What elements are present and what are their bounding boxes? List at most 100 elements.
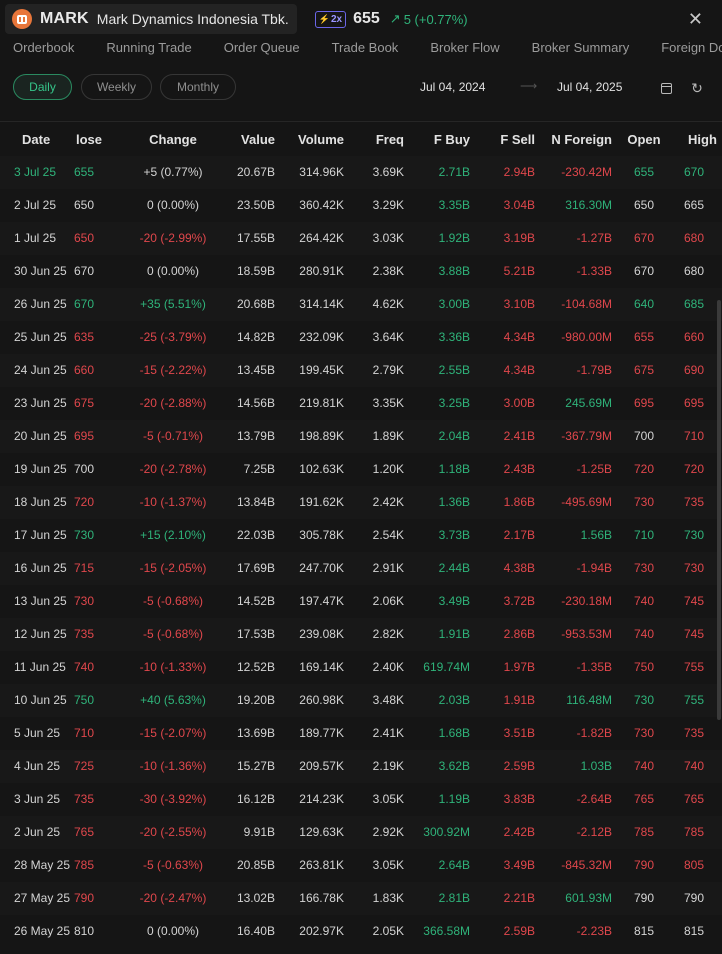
- cell-open: 670: [633, 231, 655, 245]
- cell-date: 4 Jun 25: [14, 759, 61, 773]
- refresh-icon[interactable]: ↻: [688, 79, 706, 97]
- cell-high: 670: [684, 165, 705, 179]
- table-row[interactable]: 2 Jun 25 765 -20 (-2.55%) 9.91B 129.63K 2.92K…: [0, 816, 722, 849]
- leverage-badge: ⚡ 2x: [314, 10, 347, 28]
- cell-freq: 2.79K: [372, 363, 404, 377]
- table-row[interactable]: 28 May 25 785 -5 (-0.63%) 20.85B 263.81K 3.05…: [0, 849, 722, 882]
- table-row[interactable]: 3 Jun 25 735 -30 (-3.92%) 16.12B 214.23K 3.05…: [0, 783, 722, 816]
- cell-n-foreign: -495.69M: [561, 495, 612, 509]
- cell-open: 720: [633, 462, 655, 476]
- cell-date: 5 Jun 25: [14, 726, 61, 740]
- tab-order-queue[interactable]: Order Queue: [224, 40, 300, 64]
- cell-change: 0 (0.00%): [146, 264, 200, 278]
- cell-n-foreign: -230.18M: [561, 594, 612, 608]
- tab-running-trade[interactable]: Running Trade: [106, 40, 191, 64]
- cell-f-sell: 3.04B: [503, 198, 535, 212]
- column-header-change[interactable]: Change: [118, 123, 228, 156]
- cell-close: 670: [74, 264, 95, 278]
- period-weekly-button[interactable]: Weekly: [81, 74, 152, 100]
- date-to[interactable]: Jul 04, 2025: [557, 80, 622, 94]
- table-row[interactable]: 26 May 25 810 0 (0.00%) 16.40B 202.97K 2.05K 3…: [0, 915, 722, 948]
- cell-open: 815: [633, 924, 655, 938]
- table-row[interactable]: 11 Jun 25 740 -10 (-1.33%) 12.52B 169.14K 2.4…: [0, 651, 722, 684]
- table-row[interactable]: 17 Jun 25 730 +15 (2.10%) 22.03B 305.78K 2.54…: [0, 519, 722, 552]
- cell-n-foreign: 601.93M: [565, 891, 612, 905]
- table-row[interactable]: 30 Jun 25 670 0 (0.00%) 18.59B 280.91K 2.38K 3…: [0, 255, 722, 288]
- cell-high: 815: [684, 924, 705, 938]
- date-from[interactable]: Jul 04, 2024: [420, 80, 485, 94]
- table-row[interactable]: 1 Jul 25 650 -20 (-2.99%) 17.55B 264.42K 3.03…: [0, 222, 722, 255]
- cell-open: 710: [633, 528, 655, 542]
- tab-orderbook[interactable]: Orderbook: [13, 40, 74, 64]
- table-row[interactable]: 13 Jun 25 730 -5 (-0.68%) 14.52B 197.47K 2.06…: [0, 585, 722, 618]
- cell-value: 16.40B: [236, 924, 275, 938]
- column-header-n-foreign[interactable]: N Foreign: [542, 123, 612, 156]
- cell-high: 805: [684, 858, 705, 872]
- daily-history-table: Date lose Change Value Volume Freq F Buy F Sell…: [0, 123, 722, 948]
- column-header-f-sell[interactable]: F Sell: [482, 123, 535, 156]
- table-row[interactable]: 27 May 25 790 -20 (-2.47%) 13.02B 166.78K 1.8…: [0, 882, 722, 915]
- cell-change: -20 (-2.78%): [139, 462, 207, 476]
- cell-f-buy: 2.81B: [438, 891, 470, 905]
- close-icon[interactable]: ✕: [688, 9, 703, 30]
- column-header-date[interactable]: Date: [22, 123, 50, 156]
- cell-n-foreign: -104.68M: [561, 297, 612, 311]
- cell-freq: 2.05K: [372, 924, 404, 938]
- table-row[interactable]: 25 Jun 25 635 -25 (-3.79%) 14.82B 232.09K 3.6…: [0, 321, 722, 354]
- cell-volume: 198.89K: [299, 429, 344, 443]
- cell-n-foreign: -1.82B: [576, 726, 612, 740]
- column-header-volume[interactable]: Volume: [285, 123, 344, 156]
- cell-date: 3 Jun 25: [14, 792, 61, 806]
- cell-close: 710: [74, 726, 95, 740]
- cell-value: 23.50B: [236, 198, 275, 212]
- table-row[interactable]: 23 Jun 25 675 -20 (-2.88%) 14.56B 219.81K 3.3…: [0, 387, 722, 420]
- arrow-up-right-icon: ↗: [389, 11, 401, 26]
- period-monthly-button[interactable]: Monthly: [160, 74, 236, 100]
- cell-f-sell: 2.59B: [503, 924, 535, 938]
- table-row[interactable]: 5 Jun 25 710 -15 (-2.07%) 13.69B 189.77K 2.41…: [0, 717, 722, 750]
- ticker-selector[interactable]: MARK Mark Dynamics Indonesia Tbk.: [5, 4, 297, 34]
- tab-broker-flow[interactable]: Broker Flow: [430, 40, 499, 64]
- cell-value: 9.91B: [243, 825, 275, 839]
- table-row[interactable]: 12 Jun 25 735 -5 (-0.68%) 17.53B 239.08K 2.82…: [0, 618, 722, 651]
- period-daily-button[interactable]: Daily: [13, 74, 72, 100]
- price-change-value: 5 (+0.77%): [403, 11, 468, 27]
- tab-foreign-domestic[interactable]: Foreign Domestic: [661, 40, 722, 64]
- cell-volume: 102.63K: [299, 462, 344, 476]
- table-row[interactable]: 10 Jun 25 750 +40 (5.63%) 19.20B 260.98K 3.48…: [0, 684, 722, 717]
- cell-freq: 2.42K: [372, 495, 404, 509]
- column-header-freq[interactable]: Freq: [358, 123, 404, 156]
- column-header-high[interactable]: High: [688, 123, 717, 156]
- cell-open: 730: [633, 726, 655, 740]
- table-scrollbar[interactable]: [717, 300, 721, 720]
- table-body: 3 Jul 25 655 +5 (0.77%) 20.67B 314.96K 3.69K 2…: [0, 156, 722, 948]
- table-row[interactable]: 18 Jun 25 720 -10 (-1.37%) 13.84B 191.62K 2.4…: [0, 486, 722, 519]
- cell-freq: 2.82K: [372, 627, 404, 641]
- tab-trade-book[interactable]: Trade Book: [332, 40, 399, 64]
- cell-high: 745: [684, 594, 705, 608]
- table-row[interactable]: 3 Jul 25 655 +5 (0.77%) 20.67B 314.96K 3.69K 2…: [0, 156, 722, 189]
- table-row[interactable]: 4 Jun 25 725 -10 (-1.36%) 15.27B 209.57K 2.19…: [0, 750, 722, 783]
- cell-date: 20 Jun 25: [14, 429, 67, 443]
- cell-n-foreign: -230.42M: [561, 165, 612, 179]
- tab-broker-summary[interactable]: Broker Summary: [532, 40, 630, 64]
- table-row[interactable]: 26 Jun 25 670 +35 (5.51%) 20.68B 314.14K 4.62…: [0, 288, 722, 321]
- table-row[interactable]: 16 Jun 25 715 -15 (-2.05%) 17.69B 247.70K 2.9…: [0, 552, 722, 585]
- table-row[interactable]: 20 Jun 25 695 -5 (-0.71%) 13.79B 198.89K 1.89…: [0, 420, 722, 453]
- cell-date: 17 Jun 25: [14, 528, 67, 542]
- column-header-value[interactable]: Value: [218, 123, 275, 156]
- company-logo-icon: [12, 9, 32, 29]
- table-row[interactable]: 24 Jun 25 660 -15 (-2.22%) 13.45B 199.45K 2.7…: [0, 354, 722, 387]
- filter-controls: Daily Weekly Monthly Jul 04, 2024 ⟶ Jul …: [0, 72, 722, 104]
- cell-volume: 314.96K: [299, 165, 344, 179]
- table-row[interactable]: 2 Jul 25 650 0 (0.00%) 23.50B 360.42K 3.29K 3.…: [0, 189, 722, 222]
- cell-close: 670: [74, 297, 95, 311]
- column-header-open[interactable]: Open: [624, 123, 664, 156]
- calendar-icon[interactable]: [657, 79, 675, 97]
- column-header-close[interactable]: lose: [76, 123, 102, 156]
- table-row[interactable]: 19 Jun 25 700 -20 (-2.78%) 7.25B 102.63K 1.20…: [0, 453, 722, 486]
- cell-value: 14.56B: [236, 396, 275, 410]
- cell-volume: 209.57K: [299, 759, 344, 773]
- cell-freq: 4.62K: [372, 297, 404, 311]
- column-header-f-buy[interactable]: F Buy: [414, 123, 470, 156]
